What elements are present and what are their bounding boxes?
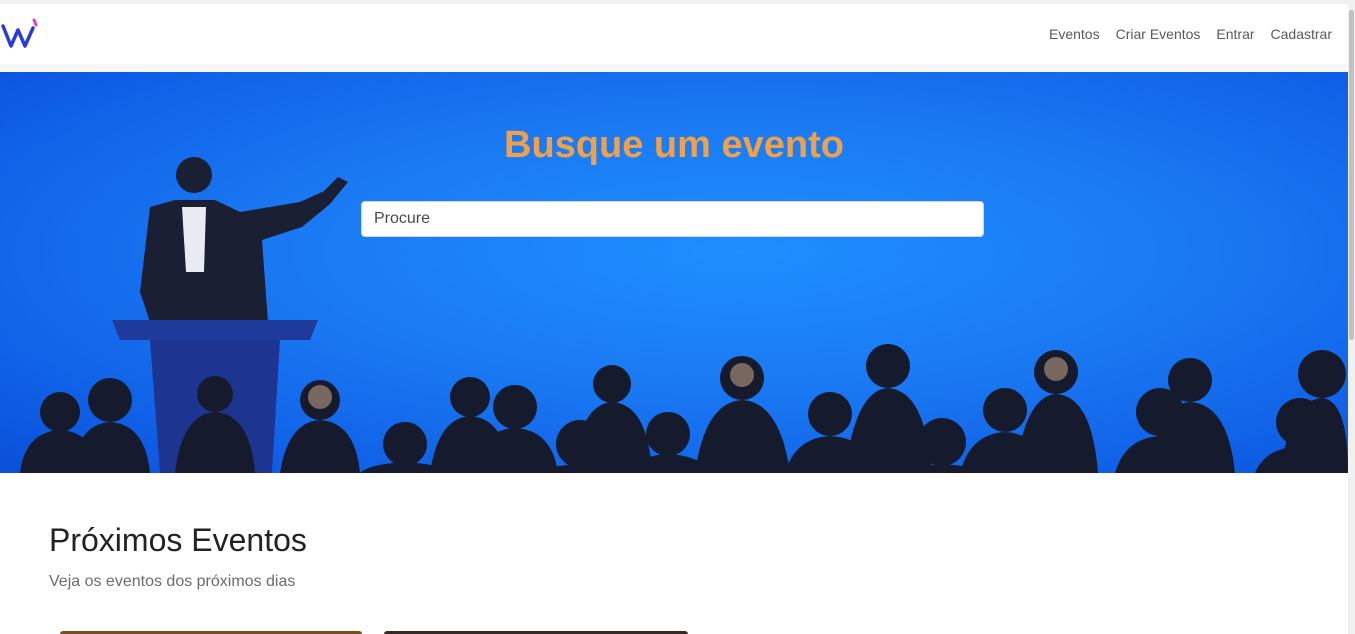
search-input[interactable]: [361, 201, 984, 237]
nav-link-cadastrar[interactable]: Cadastrar: [1263, 25, 1340, 43]
navbar-divider: [0, 64, 1348, 72]
scrollbar-thumb[interactable]: [1349, 10, 1354, 340]
nav-link-eventos[interactable]: Eventos: [1041, 25, 1108, 43]
w-logo-icon[interactable]: [0, 18, 40, 54]
hero-banner: Busque um evento: [0, 72, 1348, 473]
nav-link-criar-eventos[interactable]: Criar Eventos: [1108, 25, 1209, 43]
nav-link-entrar[interactable]: Entrar: [1208, 25, 1262, 43]
navbar: Eventos Criar Eventos Entrar Cadastrar: [0, 4, 1348, 64]
hero-title: Busque um evento: [504, 124, 844, 166]
section-subtitle: Veja os eventos dos próximos dias: [49, 573, 296, 590]
section-title: Próximos Eventos: [49, 522, 307, 558]
nav-links: Eventos Criar Eventos Entrar Cadastrar: [1041, 25, 1340, 43]
